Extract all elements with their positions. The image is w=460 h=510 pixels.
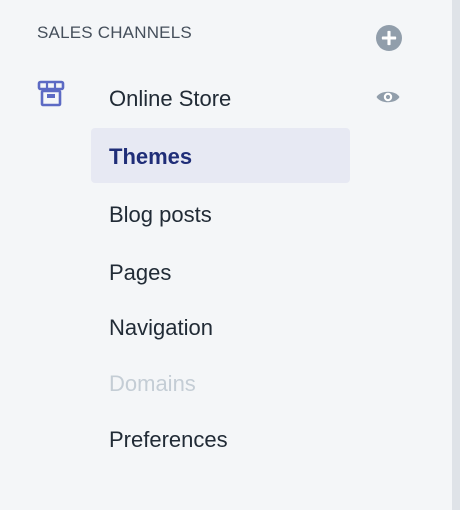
subnav-item-label: Domains — [109, 371, 196, 396]
store-icon — [37, 80, 65, 107]
eye-icon — [376, 91, 400, 103]
subnav-item-label: Preferences — [109, 427, 228, 452]
subnav-item-label: Blog posts — [109, 202, 212, 227]
sales-channels-panel: SALES CHANNELS Online Store Themes Blog … — [0, 0, 460, 510]
add-sales-channel-button[interactable] — [374, 23, 404, 53]
sidebar-item-online-store[interactable]: Online Store — [0, 72, 452, 122]
subnav-item-domains: Domains — [91, 355, 350, 410]
subnav-item-label: Navigation — [109, 315, 213, 340]
subnav-item-themes[interactable]: Themes — [91, 128, 350, 183]
scrollbar-track[interactable] — [452, 0, 460, 510]
subnav-item-label: Pages — [109, 260, 172, 285]
subnav-item-navigation[interactable]: Navigation — [91, 299, 350, 354]
plus-circle-icon — [376, 25, 402, 51]
online-store-label: Online Store — [109, 86, 232, 111]
view-online-store-button[interactable] — [370, 82, 406, 112]
subnav-item-label: Themes — [109, 144, 193, 169]
sales-channels-title: SALES CHANNELS — [37, 23, 192, 42]
subnav-item-blog-posts[interactable]: Blog posts — [91, 186, 350, 241]
subnav-item-pages[interactable]: Pages — [91, 244, 350, 299]
subnav-item-preferences[interactable]: Preferences — [91, 411, 350, 466]
sales-channels-header: SALES CHANNELS — [0, 0, 452, 64]
